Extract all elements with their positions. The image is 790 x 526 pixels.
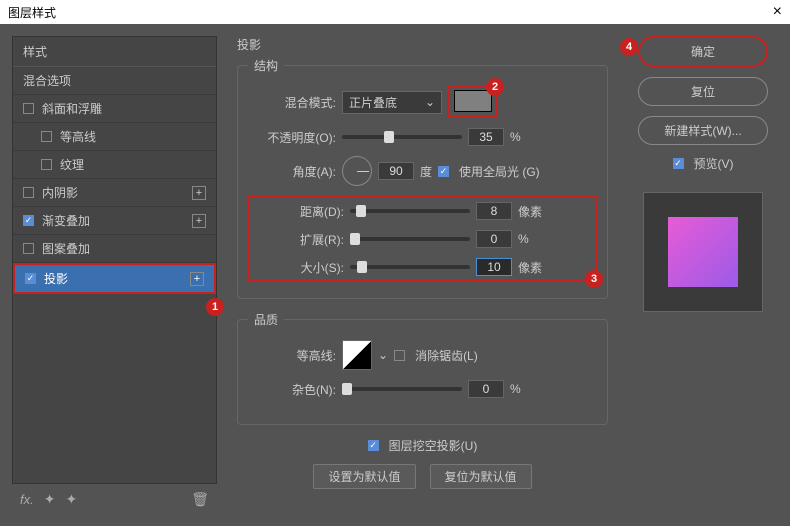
preview-checkbox[interactable]: ✓ xyxy=(673,158,684,169)
chevron-down-icon: ⌄ xyxy=(425,95,435,109)
window-title: 图层样式 xyxy=(8,4,56,21)
right-column: 4 确定 复位 新建样式(W)... ✓ 预览(V) xyxy=(628,36,778,514)
plus-icon[interactable]: + xyxy=(192,186,206,200)
preview-box xyxy=(643,192,763,312)
checkbox[interactable] xyxy=(23,103,34,114)
spread-slider[interactable] xyxy=(350,237,470,241)
trash-icon[interactable]: 🗑 xyxy=(191,491,209,508)
opacity-slider[interactable] xyxy=(342,135,462,139)
chevron-down-icon[interactable]: ⌄ xyxy=(378,348,388,362)
ok-button[interactable]: 确定 xyxy=(638,36,768,67)
size-slider[interactable] xyxy=(350,265,470,269)
distance-row: 距离(D): 8 像素 xyxy=(256,202,589,220)
noise-slider[interactable] xyxy=(342,387,462,391)
checkbox[interactable]: ✓ xyxy=(25,273,36,284)
noise-input[interactable]: 0 xyxy=(468,380,504,398)
quality-group: 品质 等高线: ⌄ 消除锯齿(L) 杂色(N): 0 % xyxy=(237,311,608,425)
angle-dial[interactable] xyxy=(342,156,372,186)
badge-3: 3 xyxy=(585,270,603,288)
titlebar: 图层样式 × xyxy=(0,0,790,24)
structure-group: 结构 混合模式: 正片叠底 ⌄ 2 不透明度(O): 35 % xyxy=(237,57,608,299)
blend-mode-select[interactable]: 正片叠底 ⌄ xyxy=(342,91,442,114)
close-icon[interactable]: × xyxy=(773,3,782,21)
style-item-pattern-overlay[interactable]: 图案叠加 xyxy=(13,235,216,263)
center-column: 投影 结构 混合模式: 正片叠底 ⌄ 2 不透明度(O): 3 xyxy=(229,36,616,514)
badge-2: 2 xyxy=(486,78,504,96)
plus-icon[interactable]: + xyxy=(192,214,206,228)
opacity-row: 不透明度(O): 35 % xyxy=(248,128,597,146)
contour-picker[interactable] xyxy=(342,340,372,370)
cancel-button[interactable]: 复位 xyxy=(638,77,768,106)
main: 样式 混合选项 斜面和浮雕 等高线 纹理 内阴影 + ✓ xyxy=(0,24,790,526)
reset-default-button[interactable]: 复位为默认值 xyxy=(430,464,532,489)
set-default-button[interactable]: 设置为默认值 xyxy=(313,464,415,489)
global-light-checkbox[interactable]: ✓ xyxy=(438,166,449,177)
spread-input[interactable]: 0 xyxy=(476,230,512,248)
style-item-gradient-overlay[interactable]: ✓ 渐变叠加 + xyxy=(13,207,216,235)
style-item-contour[interactable]: 等高线 xyxy=(13,123,216,151)
knockout-checkbox[interactable]: ✓ xyxy=(368,440,379,451)
preview-toggle-row: ✓ 预览(V) xyxy=(673,155,734,172)
style-item-texture[interactable]: 纹理 xyxy=(13,151,216,179)
size-input[interactable]: 10 xyxy=(476,258,512,276)
styles-header[interactable]: 样式 xyxy=(13,37,216,67)
knockout-row: ✓ 图层挖空投影(U) xyxy=(237,437,608,454)
preview-swatch xyxy=(668,217,738,287)
blend-mode-row: 混合模式: 正片叠底 ⌄ 2 xyxy=(248,86,597,118)
checkbox[interactable] xyxy=(41,159,52,170)
blend-options-item[interactable]: 混合选项 xyxy=(13,67,216,95)
style-item-inner-shadow[interactable]: 内阴影 + xyxy=(13,179,216,207)
checkbox[interactable] xyxy=(23,243,34,254)
left-column: 样式 混合选项 斜面和浮雕 等高线 纹理 内阴影 + ✓ xyxy=(12,36,217,514)
contour-row: 等高线: ⌄ 消除锯齿(L) xyxy=(248,340,597,370)
angle-input[interactable]: 90 xyxy=(378,162,414,180)
up-icon[interactable]: ✦ xyxy=(44,491,56,508)
size-row: 大小(S): 10 像素 xyxy=(256,258,589,276)
panel-title: 投影 xyxy=(237,36,608,53)
distance-input[interactable]: 8 xyxy=(476,202,512,220)
checkbox[interactable]: ✓ xyxy=(23,215,34,226)
styles-list: 样式 混合选项 斜面和浮雕 等高线 纹理 内阴影 + ✓ xyxy=(12,36,217,484)
fx-icon[interactable]: fx. xyxy=(20,492,34,507)
new-style-button[interactable]: 新建样式(W)... xyxy=(638,116,768,145)
distance-slider[interactable] xyxy=(350,209,470,213)
opacity-input[interactable]: 35 xyxy=(468,128,504,146)
angle-row: 角度(A): 90 度 ✓ 使用全局光 (G) xyxy=(248,156,597,186)
antialias-checkbox[interactable] xyxy=(394,350,405,361)
checkbox[interactable] xyxy=(23,187,34,198)
distance-spread-size-group: 距离(D): 8 像素 扩展(R): 0 % 大小(S): 10 像素 xyxy=(248,196,597,282)
plus-icon[interactable]: + xyxy=(190,272,204,286)
badge-4: 4 xyxy=(620,38,638,56)
down-icon[interactable]: ✦ xyxy=(65,491,77,508)
bottom-toolbar: fx. ✦ ✦ 🗑 xyxy=(12,484,217,514)
style-item-bevel[interactable]: 斜面和浮雕 xyxy=(13,95,216,123)
checkbox[interactable] xyxy=(41,131,52,142)
style-item-drop-shadow[interactable]: ✓ 投影 + xyxy=(13,263,216,294)
noise-row: 杂色(N): 0 % xyxy=(248,380,597,398)
spread-row: 扩展(R): 0 % xyxy=(256,230,589,248)
badge-1: 1 xyxy=(206,298,224,316)
shadow-color-swatch[interactable] xyxy=(454,90,492,112)
defaults-row: 设置为默认值 复位为默认值 xyxy=(237,464,608,489)
